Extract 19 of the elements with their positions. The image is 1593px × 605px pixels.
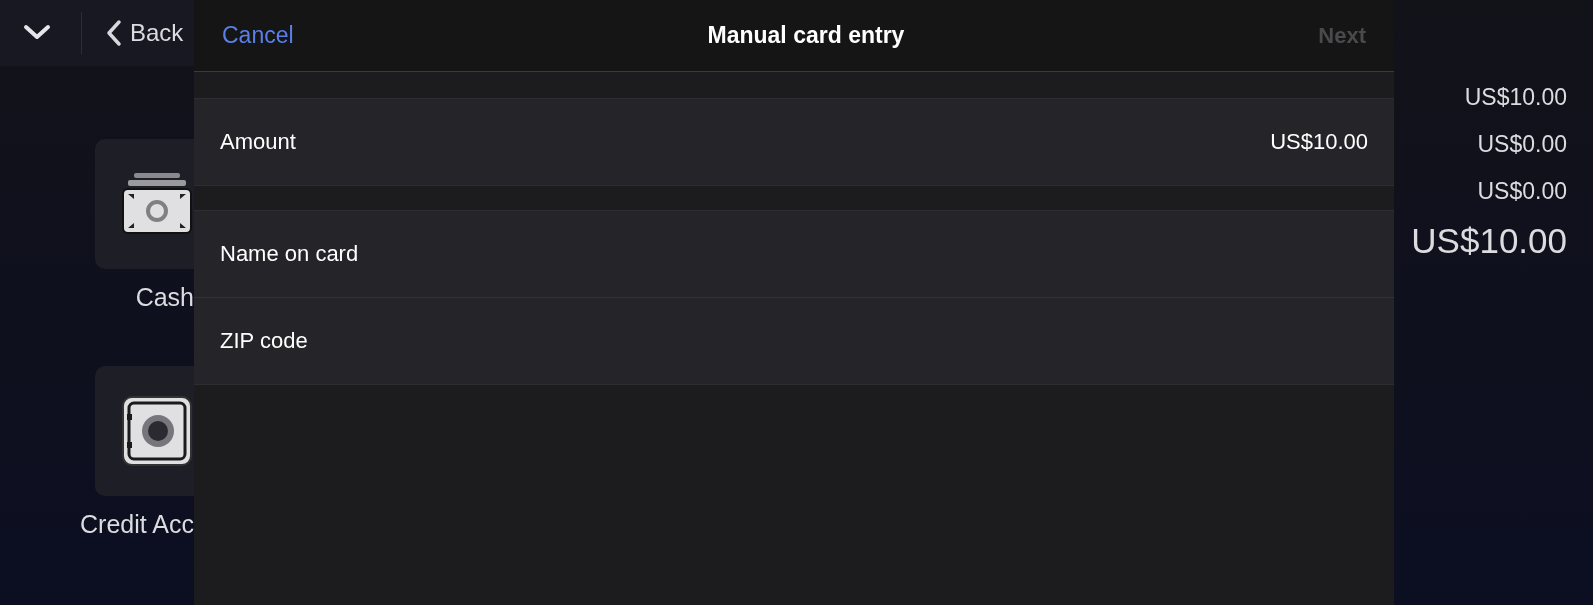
field-label: Amount (220, 129, 296, 155)
chevron-down-icon[interactable] (23, 24, 51, 42)
amount-text: US$0.00 (1477, 130, 1567, 159)
banknote-icon (122, 173, 192, 235)
safe-icon (122, 396, 192, 466)
cancel-button[interactable]: Cancel (222, 22, 294, 49)
payment-tile[interactable] (95, 366, 194, 496)
modal-title: Manual card entry (707, 22, 905, 49)
payment-tile[interactable] (95, 139, 194, 269)
input-field[interactable]: Name on card (194, 211, 1394, 297)
amount-value: US$10.00 (1270, 129, 1368, 155)
input-field[interactable]: ZIP code (194, 297, 1394, 384)
back-button[interactable]: Back (106, 19, 184, 47)
total-amount: US$10.00 (1411, 221, 1567, 261)
chevron-left-icon (106, 19, 122, 47)
amount-text: US$10.00 (1464, 83, 1567, 112)
tile-label: Credit Acc (80, 510, 194, 539)
amount-text: US$0.00 (1477, 177, 1567, 206)
tile-label: Cash (135, 283, 194, 312)
